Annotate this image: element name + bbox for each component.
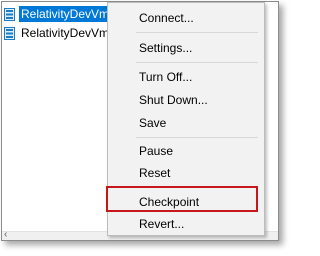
vm-list-item[interactable]: RelativityDevVm- (4, 24, 115, 42)
menu-item-pause[interactable]: Pause (108, 141, 264, 161)
menu-item-settings[interactable]: Settings... (108, 38, 264, 58)
vm-name: RelativityDevVm- (21, 26, 114, 40)
menu-item-turn-off[interactable]: Turn Off... (108, 67, 264, 87)
vm-name: RelativityDevVm- (19, 6, 116, 22)
menu-item-save[interactable]: Save (108, 113, 264, 133)
vm-icon (4, 7, 15, 21)
menu-separator (136, 137, 258, 138)
chevron-left-icon[interactable]: ‹ (4, 229, 7, 240)
menu-item-shut-down[interactable]: Shut Down... (108, 90, 264, 110)
menu-item-reset[interactable]: Reset (108, 163, 264, 183)
menu-separator (136, 62, 258, 63)
menu-separator (136, 32, 258, 33)
vm-list-item[interactable]: RelativityDevVm- (4, 5, 116, 23)
checkpoint-highlight (106, 186, 258, 212)
menu-item-revert[interactable]: Revert... (108, 214, 264, 234)
menu-item-connect[interactable]: Connect... (108, 8, 264, 28)
vm-icon (4, 26, 15, 40)
